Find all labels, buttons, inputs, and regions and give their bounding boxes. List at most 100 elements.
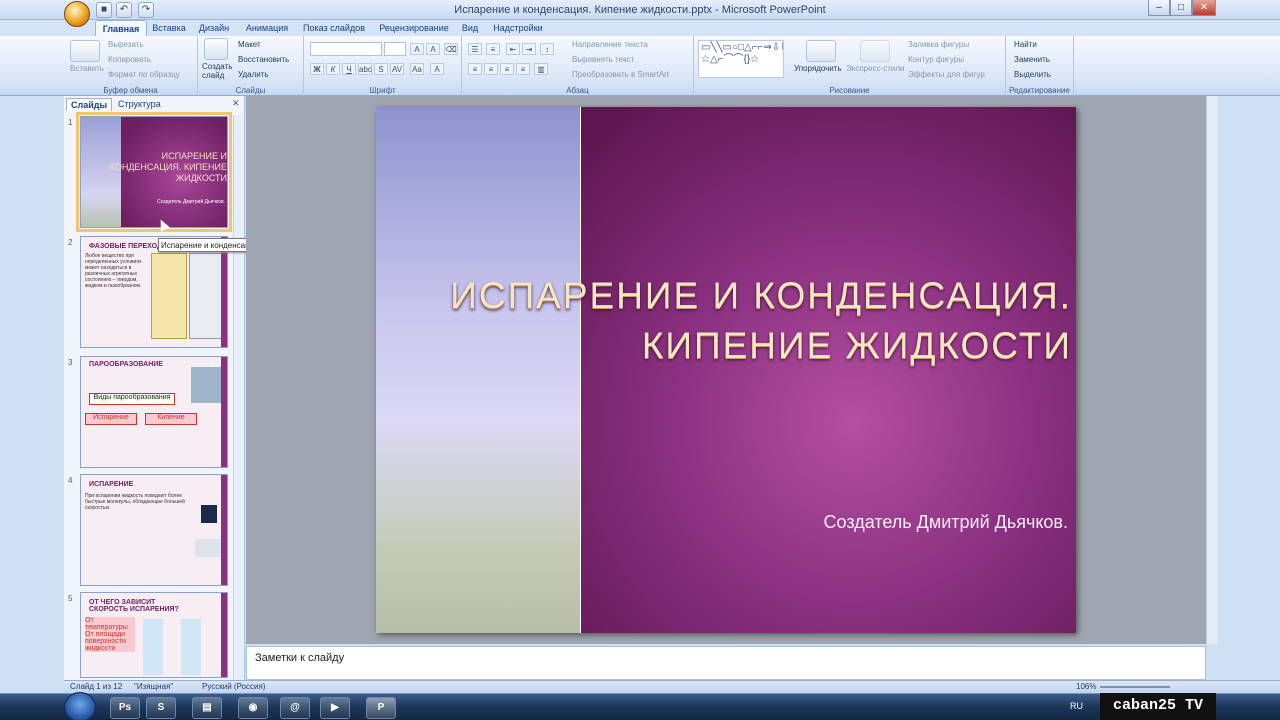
slide-title[interactable]: Испарение и конденсация. Кипение жидкост… xyxy=(436,271,1072,371)
minimize-button[interactable]: – xyxy=(1148,0,1170,16)
font-size-select[interactable] xyxy=(384,42,406,56)
find-button[interactable]: Найти xyxy=(1014,40,1037,49)
skype-icon[interactable]: S xyxy=(146,697,176,719)
line-spacing-icon[interactable]: ↕ xyxy=(540,43,554,55)
align-left-icon[interactable]: ≡ xyxy=(468,63,482,75)
ribbon: Вставить Вырезать Копировать Формат по о… xyxy=(0,36,1280,96)
camtasia-icon[interactable]: ▶ xyxy=(320,697,350,719)
thumb-box: От температуры xyxy=(85,617,135,631)
maximize-button[interactable]: □ xyxy=(1170,0,1192,16)
thumb-image xyxy=(189,253,225,339)
text-direction-button[interactable]: Направление текста xyxy=(572,40,648,49)
thumb-number: 4 xyxy=(68,476,73,485)
copy-button[interactable]: Копировать xyxy=(108,55,151,64)
bullets-icon[interactable]: ☰ xyxy=(468,43,482,55)
start-button[interactable] xyxy=(64,692,96,720)
slide-subtitle[interactable]: Создатель Дмитрий Дьячков. xyxy=(576,512,1068,533)
editing-label: Редактирование xyxy=(1009,86,1070,95)
thumbnail-slide-4[interactable]: Испарение При испарении жидкость покидаю… xyxy=(80,474,228,586)
shape-fill-button[interactable]: Заливка фигуры xyxy=(908,40,969,49)
strike-icon[interactable]: abc xyxy=(358,63,372,75)
notes-pane[interactable]: Заметки к слайду xyxy=(246,646,1206,680)
font-color-icon[interactable]: A xyxy=(430,63,444,75)
paste-icon[interactable] xyxy=(70,40,100,62)
close-button[interactable]: ✕ xyxy=(1192,0,1216,16)
thumbnail-slide-5[interactable]: От чего зависит скорость испарения? От т… xyxy=(80,592,228,678)
font-family-select[interactable] xyxy=(310,42,382,56)
office-button[interactable] xyxy=(64,1,90,27)
layout-button[interactable]: Макет xyxy=(238,40,261,49)
thumbnail-slide-1[interactable]: Испарение и конденсация. Кипение жидкост… xyxy=(76,112,232,232)
new-slide-button[interactable]: Создать слайд xyxy=(202,62,234,80)
language-indicator[interactable]: RU xyxy=(1070,701,1083,711)
align-text-button[interactable]: Выровнять текст xyxy=(572,55,634,64)
align-right-icon[interactable]: ≡ xyxy=(500,63,514,75)
indent-left-icon[interactable]: ⇤ xyxy=(506,43,520,55)
editor-scrollbar[interactable] xyxy=(1206,96,1218,644)
thumbnail-slide-2[interactable]: Фазовые переходы Любое вещество при опре… xyxy=(80,236,228,348)
shadow-icon[interactable]: S xyxy=(374,63,388,75)
cut-button[interactable]: Вырезать xyxy=(108,40,144,49)
thumb-number: 5 xyxy=(68,594,73,603)
group-drawing: ▭╲╲▭○□△⌐⌐⇒⇩⚐ ☆△⌐⌒⌒{}☆ Упорядочить Экспре… xyxy=(694,36,1006,96)
powerpoint-icon[interactable]: P xyxy=(366,697,396,719)
underline-icon[interactable]: Ч xyxy=(342,63,356,75)
tab-addins[interactable]: Надстройки xyxy=(486,20,550,37)
tab-slideshow[interactable]: Показ слайдов xyxy=(298,20,370,37)
thumb-title: Фазовые переходы xyxy=(89,243,169,250)
grow-font-icon[interactable]: A xyxy=(410,43,424,55)
thumb-box: Кипение xyxy=(145,413,197,425)
photoshop-icon[interactable]: Ps xyxy=(110,697,140,719)
undo-icon[interactable]: ↶ xyxy=(116,2,132,18)
icq-icon[interactable]: @ xyxy=(280,697,310,719)
current-slide[interactable]: Испарение и конденсация. Кипение жидкост… xyxy=(376,107,1076,633)
columns-icon[interactable]: ▥ xyxy=(534,63,548,75)
format-painter-button[interactable]: Формат по образцу xyxy=(108,70,180,79)
numbering-icon[interactable]: ≡ xyxy=(486,43,500,55)
arrange-button[interactable]: Упорядочить xyxy=(794,64,842,73)
indent-right-icon[interactable]: ⇥ xyxy=(522,43,536,55)
tab-review[interactable]: Рецензирование xyxy=(372,20,456,37)
case-icon[interactable]: Aa xyxy=(410,63,424,75)
clear-format-icon[interactable]: ⌫ xyxy=(444,43,458,55)
new-slide-icon[interactable] xyxy=(204,38,228,60)
tab-slides[interactable]: Слайды xyxy=(66,98,113,111)
smartart-button[interactable]: Преобразовать в SmartArt xyxy=(572,70,669,79)
tab-insert[interactable]: Вставка xyxy=(148,20,190,37)
thumbnail-slide-3[interactable]: Парообразование Виды парообразования Исп… xyxy=(80,356,228,468)
thumbnails-scrollbar[interactable] xyxy=(233,115,243,680)
zoom-level[interactable]: 106% xyxy=(1076,682,1096,691)
quick-styles-icon[interactable] xyxy=(860,40,890,62)
select-button[interactable]: Выделить xyxy=(1014,70,1051,79)
tab-view[interactable]: Вид xyxy=(458,20,482,37)
align-center-icon[interactable]: ≡ xyxy=(484,63,498,75)
arrange-icon[interactable] xyxy=(806,40,836,62)
tab-home[interactable]: Главная xyxy=(95,20,147,37)
pane-close-icon[interactable]: ✕ xyxy=(232,98,240,109)
tab-animation[interactable]: Анимация xyxy=(238,20,296,37)
zoom-slider[interactable] xyxy=(1100,686,1170,688)
italic-icon[interactable]: К xyxy=(326,63,340,75)
quick-styles-button[interactable]: Экспресс-стили xyxy=(846,64,905,73)
folder-icon[interactable]: ▤ xyxy=(192,697,222,719)
replace-button[interactable]: Заменить xyxy=(1014,55,1050,64)
bold-icon[interactable]: Ж xyxy=(310,63,324,75)
justify-icon[interactable]: ≡ xyxy=(516,63,530,75)
save-icon[interactable]: ■ xyxy=(96,2,112,18)
paste-button[interactable]: Вставить xyxy=(70,64,104,73)
firefox-icon[interactable]: ◉ xyxy=(238,697,268,719)
spacing-icon[interactable]: AV xyxy=(390,63,404,75)
redo-icon[interactable]: ↷ xyxy=(138,2,154,18)
shrink-font-icon[interactable]: A xyxy=(426,43,440,55)
tab-outline[interactable]: Структура xyxy=(114,98,165,111)
paragraph-label: Абзац xyxy=(566,86,589,95)
reset-button[interactable]: Восстановить xyxy=(238,55,289,64)
drawing-label: Рисование xyxy=(829,86,870,95)
group-font: A A ⌫ Ж К Ч abc S AV Aa A Шрифт xyxy=(304,36,462,96)
language[interactable]: Русский (Россия) xyxy=(202,682,265,691)
tab-design[interactable]: Дизайн xyxy=(192,20,236,37)
delete-button[interactable]: Удалить xyxy=(238,70,269,79)
shape-outline-button[interactable]: Контур фигуры xyxy=(908,55,964,64)
shape-effects-button[interactable]: Эффекты для фигур xyxy=(908,70,985,79)
shapes-gallery[interactable]: ▭╲╲▭○□△⌐⌐⇒⇩⚐ ☆△⌐⌒⌒{}☆ xyxy=(698,40,784,78)
